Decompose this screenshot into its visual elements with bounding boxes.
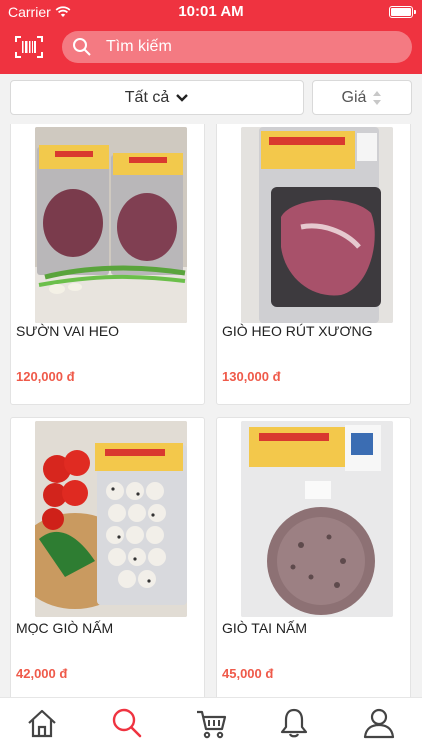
meatball-package-icon [35, 421, 187, 617]
nav-home[interactable] [25, 706, 59, 740]
product-name: SƯỜN VAI HEO [16, 323, 120, 339]
product-name: GIÒ TAI NẤM [222, 620, 308, 636]
nav-search[interactable] [110, 706, 144, 740]
sort-icon [373, 90, 382, 105]
category-dropdown[interactable]: Tất cả [10, 80, 304, 115]
product-image [241, 421, 393, 617]
search-icon [73, 38, 91, 56]
search-bar[interactable]: Tìm kiếm [62, 31, 412, 63]
product-grid: SƯỜN VAI HEO 120,000 đ GIÒ HEO RÚT XƯƠNG… [0, 124, 422, 697]
product-card[interactable]: MỌC GIÒ NẤM 42,000 đ [10, 417, 205, 697]
product-image [35, 421, 187, 617]
cart-icon [197, 710, 227, 739]
app-header: Carrier 10:01 AM Tìm kiếm [0, 0, 422, 74]
category-label: Tất cả [124, 88, 170, 106]
product-price: 45,000 đ [222, 666, 274, 681]
sort-label: Giá [341, 88, 367, 106]
product-card[interactable]: SƯỜN VAI HEO 120,000 đ [10, 124, 205, 405]
barcode-scan-button[interactable] [14, 34, 44, 60]
product-card[interactable]: GIÒ HEO RÚT XƯƠNG 130,000 đ [216, 124, 411, 405]
nav-profile[interactable] [362, 706, 396, 740]
ham-package-icon [241, 421, 393, 617]
barcode-scan-icon [15, 36, 43, 58]
search-icon [112, 708, 142, 738]
product-price: 130,000 đ [222, 369, 281, 384]
meat-package-icon [35, 127, 187, 323]
filter-bar: Tất cả Giá [0, 74, 422, 124]
home-icon [28, 709, 56, 738]
product-price: 42,000 đ [16, 666, 68, 681]
nav-cart[interactable] [195, 706, 229, 740]
battery-icon [389, 6, 416, 18]
product-name: MỌC GIÒ NẤM [16, 620, 114, 636]
status-bar: Carrier 10:01 AM [0, 0, 422, 24]
pork-package-icon [241, 127, 393, 323]
product-image [241, 127, 393, 323]
status-time: 10:01 AM [178, 3, 244, 20]
product-name: GIÒ HEO RÚT XƯƠNG [222, 323, 373, 339]
product-image [35, 127, 187, 323]
price-sort-button[interactable]: Giá [312, 80, 412, 115]
user-icon [363, 708, 395, 739]
bottom-nav [0, 697, 422, 751]
bell-icon [280, 708, 308, 738]
search-placeholder: Tìm kiếm [106, 38, 172, 55]
chevron-down-icon [176, 93, 189, 102]
product-price: 120,000 đ [16, 369, 75, 384]
product-card[interactable]: GIÒ TAI NẤM 45,000 đ [216, 417, 411, 697]
nav-notifications[interactable] [277, 706, 311, 740]
